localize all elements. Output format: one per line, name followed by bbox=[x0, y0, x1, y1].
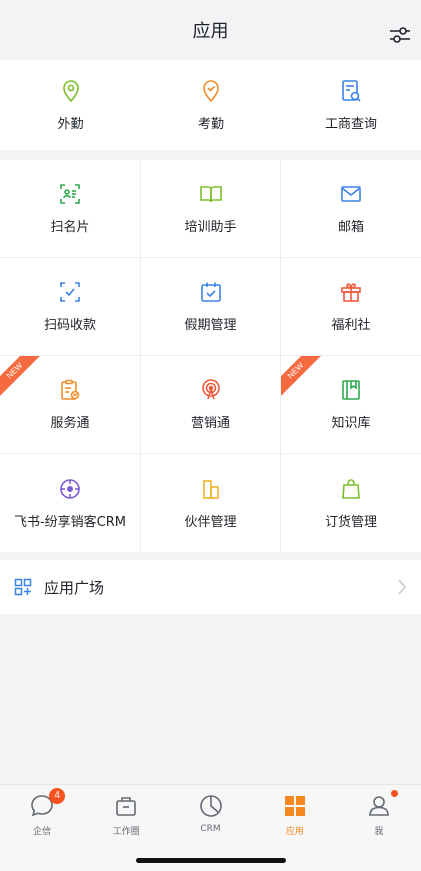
app-label: 知识库 bbox=[331, 416, 371, 431]
app-label: 扫名片 bbox=[50, 220, 90, 235]
app-plaza-row[interactable]: 应用广场 bbox=[0, 560, 421, 614]
app-label: 工商查询 bbox=[324, 116, 377, 132]
new-ribbon: NEW bbox=[0, 356, 47, 403]
tab-work-circle[interactable]: 工作圈 bbox=[84, 785, 168, 839]
attendance-check-icon bbox=[199, 79, 223, 103]
shopping-bag-icon bbox=[339, 477, 363, 501]
app-outwork[interactable]: 外勤 bbox=[0, 60, 141, 150]
scan-card-icon bbox=[58, 182, 82, 206]
page-title: 应用 bbox=[192, 21, 229, 42]
app-plaza-label: 应用广场 bbox=[44, 578, 105, 597]
person-icon bbox=[366, 790, 398, 819]
app-partner-management[interactable]: 伙伴管理 bbox=[141, 454, 281, 552]
app-label: 营销通 bbox=[190, 416, 230, 431]
partner-buildings-icon bbox=[199, 477, 223, 501]
app-label: 飞书-纷享销客CRM bbox=[13, 514, 127, 530]
business-query-icon bbox=[339, 79, 363, 103]
location-pin-icon bbox=[59, 79, 83, 103]
app-label: 培训助手 bbox=[184, 220, 237, 235]
app-scan-pay[interactable]: 扫码收款 bbox=[0, 258, 141, 356]
tab-label: 我 bbox=[374, 827, 384, 837]
pie-clock-icon bbox=[198, 793, 224, 819]
new-ribbon: NEW bbox=[281, 356, 328, 403]
tab-label: 工作圈 bbox=[112, 827, 140, 837]
briefcase-icon bbox=[113, 793, 139, 819]
app-label: 假期管理 bbox=[184, 318, 237, 333]
tab-messages[interactable]: 4 企信 bbox=[0, 785, 84, 839]
calendar-check-icon bbox=[199, 280, 223, 304]
app-label: 外勤 bbox=[57, 116, 84, 132]
app-order-management[interactable]: 订货管理 bbox=[281, 454, 421, 552]
home-indicator bbox=[136, 858, 286, 863]
app-training-assistant[interactable]: 培训助手 bbox=[141, 160, 281, 258]
tab-label: 应用 bbox=[285, 827, 304, 837]
app-attendance[interactable]: 考勤 bbox=[141, 60, 281, 150]
app-marketing[interactable]: 营销通 bbox=[141, 356, 281, 454]
crosshair-icon bbox=[58, 477, 82, 501]
settings-sliders-icon[interactable] bbox=[389, 24, 411, 46]
tab-crm[interactable]: CRM bbox=[168, 785, 252, 839]
app-label: 考勤 bbox=[197, 116, 224, 132]
app-mailbox[interactable]: 邮箱 bbox=[281, 160, 421, 258]
app-label: 订货管理 bbox=[324, 514, 377, 530]
service-clipboard-icon bbox=[58, 378, 82, 402]
chat-bubble-icon: 4 bbox=[29, 788, 66, 819]
tab-me[interactable]: 我 bbox=[337, 785, 421, 839]
app-label: 服务通 bbox=[50, 416, 90, 431]
scan-pay-icon bbox=[58, 280, 82, 304]
tab-label: CRM bbox=[200, 824, 221, 834]
app-label: 邮箱 bbox=[337, 220, 364, 235]
gift-icon bbox=[339, 280, 363, 304]
top-apps-section: 外勤 考勤 工商查询 bbox=[0, 60, 421, 150]
app-welfare[interactable]: 福利社 bbox=[281, 258, 421, 356]
unread-badge: 4 bbox=[49, 788, 66, 804]
top-bar: 应用 bbox=[0, 0, 421, 60]
app-label: 伙伴管理 bbox=[184, 514, 237, 530]
app-label: 扫码收款 bbox=[43, 318, 96, 333]
app-leave-management[interactable]: 假期管理 bbox=[141, 258, 281, 356]
app-label: 福利社 bbox=[331, 318, 371, 333]
app-knowledge-base[interactable]: NEW 知识库 bbox=[281, 356, 421, 454]
app-business-query[interactable]: 工商查询 bbox=[281, 60, 421, 150]
app-feishu-crm[interactable]: 飞书-纷享销客CRM bbox=[0, 454, 141, 552]
app-service[interactable]: NEW 服务通 bbox=[0, 356, 141, 454]
mail-icon bbox=[339, 182, 363, 206]
book-icon bbox=[199, 182, 223, 206]
knowledge-book-icon bbox=[339, 378, 363, 402]
grid-apps-icon bbox=[282, 793, 308, 819]
app-scan-card[interactable]: 扫名片 bbox=[0, 160, 141, 258]
tab-label: 企信 bbox=[33, 827, 52, 837]
chevron-right-icon bbox=[397, 578, 407, 600]
broadcast-icon bbox=[199, 378, 223, 402]
tab-apps[interactable]: 应用 bbox=[253, 785, 337, 839]
apps-grid-section: 扫名片 培训助手 邮箱 扫码收款 假期管理 福利社 NEW 服务通 营销通 NE… bbox=[0, 160, 421, 552]
app-plaza-icon bbox=[14, 578, 32, 596]
notification-dot bbox=[390, 790, 398, 797]
